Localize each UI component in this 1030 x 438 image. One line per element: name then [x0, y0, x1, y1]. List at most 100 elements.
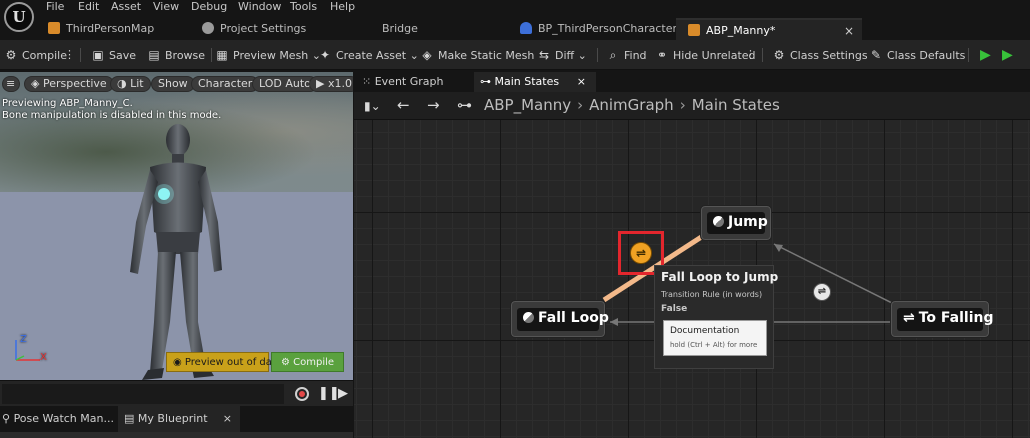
find-button[interactable]: ⌕ Find: [606, 47, 647, 63]
tab-abp-manny[interactable]: ABP_Manny* ×: [676, 18, 862, 40]
tab-my-blueprint[interactable]: ▤ My Blueprint ×: [118, 406, 240, 432]
arrow-head: [610, 318, 618, 326]
hide-unrelated-button[interactable]: ⚭ Hide Unrelated: [655, 47, 756, 63]
preview-mesh-button[interactable]: ▦ Preview Mesh ⌄: [215, 47, 321, 63]
make-static-mesh-button[interactable]: ◈ Make Static Mesh: [420, 47, 534, 63]
class-defaults-button[interactable]: ✎ Class Defaults: [869, 47, 965, 63]
class-settings-button[interactable]: ⚙ Class Settings: [772, 47, 868, 63]
bookmark-icon[interactable]: ▮⌄: [364, 99, 381, 113]
viewport-bone-message: Bone manipulation is disabled in this mo…: [2, 110, 222, 121]
viewport-compile-button[interactable]: ⚙ Compile: [271, 352, 344, 372]
playback-speed-button[interactable]: ▶ x1.0: [309, 76, 353, 92]
pose-watch-icon: ⚲: [2, 412, 11, 425]
preview-viewport[interactable]: ≡ ◈ Perspective ◑ Lit Show Character LOD…: [0, 72, 353, 380]
cube-icon: ◈: [31, 77, 40, 90]
tab-pose-watch-manager[interactable]: ⚲ Pose Watch Man...: [2, 406, 114, 432]
save-button[interactable]: ▣ Save: [91, 47, 136, 63]
compile-button[interactable]: ⚙ Compile: [4, 47, 67, 63]
create-asset-button[interactable]: ✦ Create Asset ⌄: [318, 47, 419, 63]
record-icon[interactable]: [295, 387, 309, 401]
blueprint-icon: ▤: [124, 412, 135, 425]
menu-window[interactable]: Window: [238, 0, 281, 14]
character-button[interactable]: Character: [191, 76, 260, 92]
diff-button[interactable]: ⇆ Diff ⌄: [537, 47, 587, 63]
menu-edit[interactable]: Edit: [78, 0, 99, 14]
transition-wire-to-falling-to-jump[interactable]: [773, 243, 895, 305]
forward-arrow-icon[interactable]: →: [427, 96, 440, 114]
gear-icon: ⚙: [773, 48, 785, 62]
state-icon: [523, 312, 534, 323]
pause-icon[interactable]: ❚❚: [318, 386, 340, 401]
show-button[interactable]: Show: [151, 76, 195, 92]
compile-options-button[interactable]: ⋮: [64, 47, 75, 63]
state-node-jump[interactable]: Jump: [700, 205, 772, 241]
class-defaults-icon: ✎: [870, 48, 882, 62]
menu-bar: U File Edit Asset View Debug Window Tool…: [0, 0, 1030, 32]
mesh-icon: ▦: [216, 48, 228, 62]
breadcrumb-main-states[interactable]: Main States: [692, 96, 780, 114]
state-node-fall-loop[interactable]: Fall Loop: [510, 300, 609, 338]
chevron-right-icon: ›: [577, 96, 584, 114]
static-mesh-icon: ◈: [422, 48, 432, 62]
play-options-icon[interactable]: ▶: [1002, 47, 1018, 63]
play-icon: ▶: [316, 77, 325, 90]
state-node-to-falling[interactable]: ⇌ To Falling: [890, 300, 994, 338]
toolbar: ⚙ Compile ⋮ ▣ Save ▤ Browse ▦ Preview Mesh ⌄…: [0, 40, 1030, 70]
timeline-bar: ❚❚ ▶: [0, 380, 353, 406]
tab-bridge[interactable]: Bridge: [382, 18, 502, 40]
map-icon: [48, 22, 60, 34]
event-graph-icon: ⁙: [362, 75, 372, 88]
document-tab-bar: ThirdPersonMap Project Settings Bridge B…: [36, 18, 1030, 40]
transition-rule-icon[interactable]: ⇌: [630, 242, 652, 264]
close-icon[interactable]: ×: [223, 406, 232, 432]
tab-event-graph[interactable]: ⁙ Event Graph: [358, 72, 468, 92]
graph-hierarchy-icon: ⊶: [457, 96, 472, 114]
breadcrumb: ABP_Manny › AnimGraph › Main States: [484, 96, 780, 114]
viewport-preview-message: Previewing ABP_Manny_C.: [2, 98, 133, 109]
perspective-button[interactable]: ◈ Perspective: [24, 76, 114, 92]
unreal-logo-icon[interactable]: U: [4, 2, 34, 32]
separator: [968, 48, 969, 62]
tab-bp-thirdpersoncharacter[interactable]: BP_ThirdPersonCharacter: [520, 18, 690, 40]
step-forward-icon[interactable]: ▶: [338, 386, 348, 401]
menu-view[interactable]: View: [153, 0, 179, 14]
close-icon[interactable]: ×: [577, 72, 586, 92]
breadcrumb-animgraph[interactable]: AnimGraph: [589, 96, 674, 114]
tab-thirdpersonmap[interactable]: ThirdPersonMap: [48, 18, 188, 40]
timeline-track[interactable]: [2, 384, 284, 404]
tooltip-documentation: Documentation hold (Ctrl + Alt) for more: [663, 320, 767, 356]
state-machine-graph[interactable]: Jump Fall Loop ⇌ To Falling ⇌ ⇌ Fall Loop…: [354, 120, 1030, 438]
tab-main-states[interactable]: ⊶ Main States ×: [474, 72, 596, 92]
transition-rule-icon-to-falling[interactable]: ⇌: [813, 283, 831, 301]
gear-icon: ⚙: [280, 357, 290, 368]
chevron-down-icon: ⌄: [577, 49, 587, 62]
tab-project-settings[interactable]: Project Settings: [202, 18, 352, 40]
menu-tools[interactable]: Tools: [290, 0, 317, 14]
documentation-hint: hold (Ctrl + Alt) for more: [670, 341, 758, 349]
close-icon[interactable]: ×: [844, 20, 854, 42]
menu-asset[interactable]: Asset: [111, 0, 141, 14]
browse-button[interactable]: ▤ Browse: [147, 47, 205, 63]
hide-options-button[interactable]: ⋮: [745, 47, 756, 63]
chevron-down-icon: ⌄: [409, 49, 419, 62]
mannequin-character: [130, 124, 222, 380]
separator: [80, 48, 81, 62]
lit-button[interactable]: ◑ Lit: [110, 76, 151, 92]
tooltip-subtitle: Transition Rule (in words): [661, 290, 763, 299]
graph-navigation-bar: ▮⌄ ← → ⊶ ABP_Manny › AnimGraph › Main States: [354, 92, 1030, 120]
axis-x-label: X: [40, 352, 47, 363]
axis-z-label: Z: [20, 334, 27, 345]
separator: [762, 48, 763, 62]
breadcrumb-abp-manny[interactable]: ABP_Manny: [484, 96, 571, 114]
blueprint-search-area[interactable]: [0, 432, 353, 438]
play-icon[interactable]: ▶: [980, 47, 996, 63]
preview-out-of-date-badge: ◉ Preview out of date: [166, 352, 282, 372]
back-arrow-icon[interactable]: ←: [397, 96, 410, 114]
lit-icon: ◑: [117, 77, 127, 90]
menu-help[interactable]: Help: [330, 0, 355, 14]
state-machine-icon: ⊶: [480, 75, 491, 88]
viewport-menu-button[interactable]: ≡: [2, 76, 20, 92]
menu-file[interactable]: File: [46, 0, 64, 14]
menu-debug[interactable]: Debug: [191, 0, 227, 14]
chevron-right-icon: ›: [679, 96, 686, 114]
